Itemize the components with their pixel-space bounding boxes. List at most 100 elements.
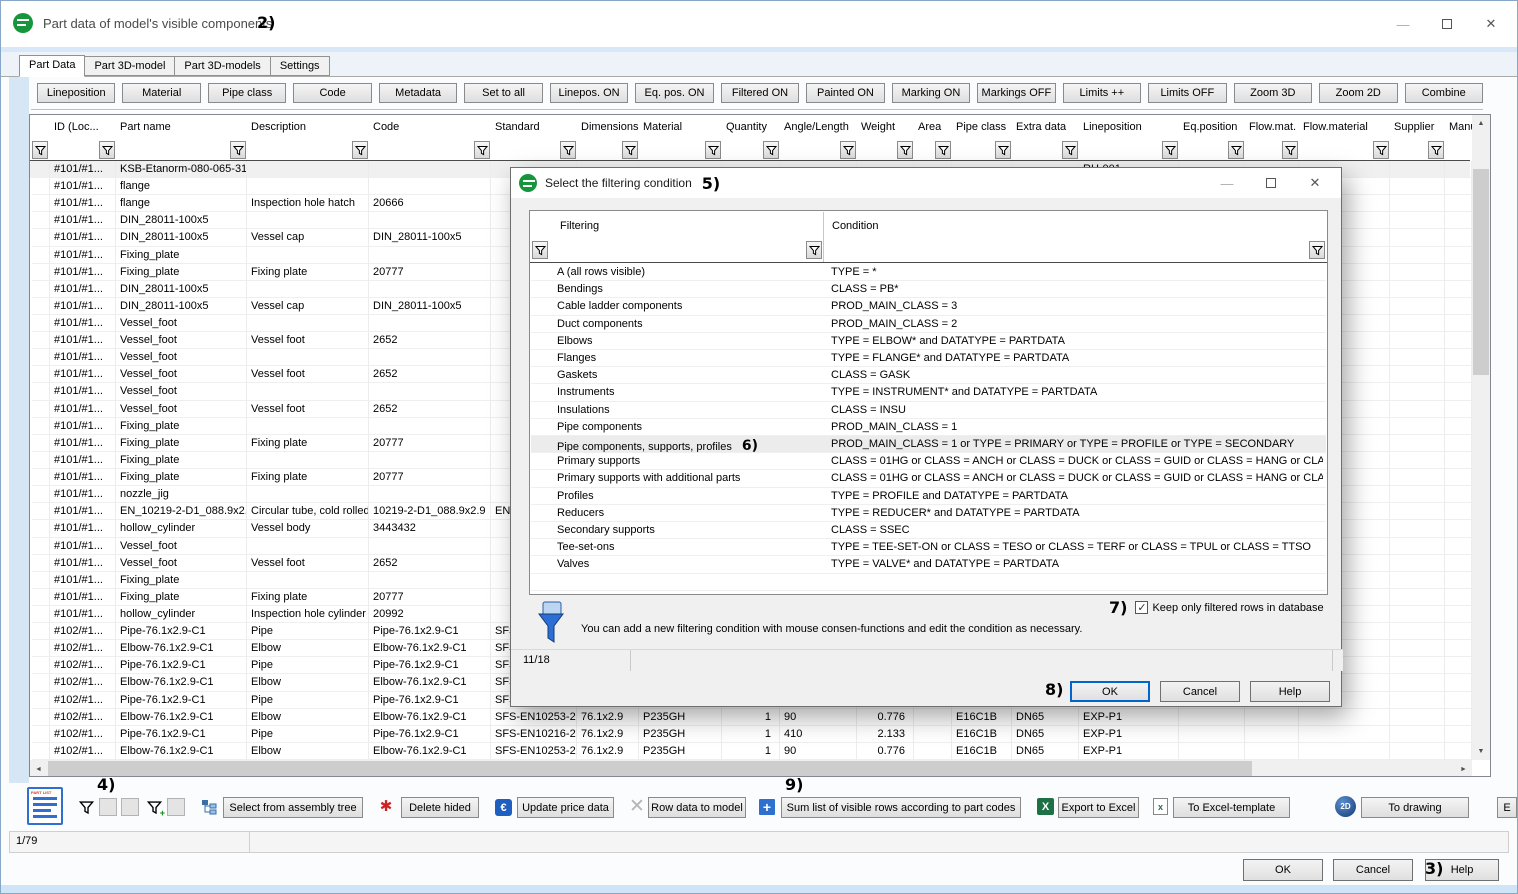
minimize-icon[interactable]: — (1381, 9, 1425, 39)
code-button[interactable]: Code (293, 83, 371, 103)
filter-condition-row[interactable]: Cable ladder componentsPROD_MAIN_CLASS =… (531, 298, 1326, 315)
dialog-maximize-icon[interactable] (1249, 168, 1293, 198)
column-header-sel[interactable] (32, 118, 50, 138)
column-filter-icon-fmat[interactable] (1282, 141, 1298, 159)
column-header-part[interactable]: Part name (116, 118, 247, 138)
column-header-eqpos[interactable]: Eq.position (1179, 118, 1245, 138)
to-excel-template-button[interactable]: To Excel-template (1173, 797, 1290, 818)
pipe-class-button[interactable]: Pipe class (208, 83, 286, 103)
painted-on-button[interactable]: Painted ON (806, 83, 884, 103)
column-header-wgt[interactable]: Weight (857, 118, 914, 138)
marking-on-button[interactable]: Marking ON (892, 83, 970, 103)
ok-button[interactable]: OK (1243, 859, 1323, 881)
filter-condition-row[interactable]: ReducersTYPE = REDUCER* and DATATYPE = P… (531, 505, 1326, 522)
vertical-scrollbar[interactable]: ▲ ▼ (1472, 115, 1490, 760)
column-header-fmaterial[interactable]: Flow.material (1299, 118, 1390, 138)
scroll-down-icon[interactable]: ▼ (1472, 743, 1490, 760)
column-filter-icon-supp[interactable] (1428, 141, 1444, 159)
metadata-button[interactable]: Metadata (379, 83, 457, 103)
filter-condition-row[interactable]: GasketsCLASS = GASK (531, 367, 1326, 384)
dialog-minimize-icon[interactable]: — (1205, 168, 1249, 198)
dialog-close-icon[interactable]: ✕ (1293, 168, 1337, 198)
column-header-dim[interactable]: Dimensions (577, 118, 639, 138)
scroll-up-icon[interactable]: ▲ (1472, 115, 1490, 132)
add-filter-icon[interactable]: + (145, 798, 163, 816)
filter-icon[interactable] (77, 798, 95, 816)
scroll-right-icon[interactable]: ► (1455, 760, 1472, 777)
column-header-desc[interactable]: Description (247, 118, 369, 138)
column-filter-icon-pcls[interactable] (995, 141, 1011, 159)
tab-part-data[interactable]: Part Data (19, 55, 85, 77)
column-header-manu[interactable]: Manufac (1445, 118, 1472, 138)
filter-slot-1[interactable] (99, 798, 117, 816)
column-header-mat[interactable]: Material (639, 118, 722, 138)
table-row[interactable]: #102/#1...Elbow-76.1x2.9-C1ElbowElbow-76… (30, 709, 1470, 726)
column-header-ang[interactable]: Angle/Length (780, 118, 857, 138)
column-filter-icon-linep[interactable] (1162, 141, 1178, 159)
filter-condition-row[interactable]: ElbowsTYPE = ELBOW* and DATATYPE = PARTD… (531, 333, 1326, 350)
select-from-assembly-tree-button[interactable]: Select from assembly tree (223, 797, 363, 818)
keep-filtered-checkbox[interactable]: ✓ (1135, 601, 1148, 614)
filter-condition-row[interactable]: InstrumentsTYPE = INSTRUMENT* and DATATY… (531, 384, 1326, 401)
zoom-3d-button[interactable]: Zoom 3D (1234, 83, 1312, 103)
filter-condition-row[interactable]: ProfilesTYPE = PROFILE and DATATYPE = PA… (531, 488, 1326, 505)
linepos-on-button[interactable]: Linepos. ON (550, 83, 628, 103)
filter-condition-row[interactable]: BendingsCLASS = PB* (531, 281, 1326, 298)
column-filter-icon-fmaterial[interactable] (1373, 141, 1389, 159)
column-filter-icon-mat[interactable] (705, 141, 721, 159)
set-to-all-button[interactable]: Set to all (464, 83, 542, 103)
filter-condition-row[interactable]: Duct componentsPROD_MAIN_CLASS = 2 (531, 316, 1326, 333)
tab-part-3d-models[interactable]: Part 3D-models (175, 56, 270, 76)
filter-condition-row[interactable]: ValvesTYPE = VALVE* and DATATYPE = PARTD… (531, 556, 1326, 573)
part-list-icon[interactable]: PART LIST (27, 787, 63, 825)
column-header-linep[interactable]: Lineposition (1079, 118, 1179, 138)
eq-pos-on-button[interactable]: Eq. pos. ON (635, 83, 713, 103)
table-row[interactable]: #102/#1...Pipe-76.1x2.9-C1PipePipe-76.1x… (30, 726, 1470, 743)
tab-part-3d-model[interactable]: Part 3D-model (85, 56, 175, 76)
column-filter-icon-extra[interactable] (1062, 141, 1078, 159)
limits-++-button[interactable]: Limits ++ (1063, 83, 1141, 103)
column-header-id[interactable]: ID (Loc... (50, 118, 116, 138)
markings-off-button[interactable]: Markings OFF (977, 83, 1055, 103)
edge-clipped-button[interactable]: E (1497, 797, 1517, 818)
to-drawing-button[interactable]: To drawing (1361, 797, 1469, 818)
column-header-std[interactable]: Standard (491, 118, 577, 138)
column-header-fmat[interactable]: Flow.mat. (1245, 118, 1299, 138)
sum-list-button[interactable]: Sum list of visible rows according to pa… (781, 797, 1021, 818)
filter-funnel-icon[interactable] (532, 241, 548, 259)
column-filter-icon-wgt[interactable] (897, 141, 913, 159)
filter-slot-2[interactable] (121, 798, 139, 816)
column-filter-icon-id[interactable] (99, 141, 115, 159)
filtering-column-header[interactable]: Filtering (560, 220, 599, 232)
column-filter-icon-area[interactable] (935, 141, 951, 159)
horizontal-scroll-thumb[interactable] (48, 761, 1252, 777)
maximize-icon[interactable] (1425, 9, 1469, 39)
row-data-to-model-button[interactable]: Row data to model (648, 797, 746, 818)
combine-button[interactable]: Combine (1405, 83, 1483, 103)
filter-slot-3[interactable] (167, 798, 185, 816)
dialog-help-button[interactable]: Help (1250, 681, 1330, 702)
material-button[interactable]: Material (122, 83, 200, 103)
column-header-extra[interactable]: Extra data (1012, 118, 1079, 138)
column-filter-icon-desc[interactable] (352, 141, 368, 159)
filter-funnel-icon[interactable] (1309, 241, 1325, 259)
limits-off-button[interactable]: Limits OFF (1148, 83, 1226, 103)
column-filter-icon-part[interactable] (230, 141, 246, 159)
column-filter-icon-eqpos[interactable] (1228, 141, 1244, 159)
lineposition-button[interactable]: Lineposition (37, 83, 115, 103)
filter-funnel-icon[interactable] (806, 241, 822, 259)
column-header-qty[interactable]: Quantity (722, 118, 780, 138)
cancel-button[interactable]: Cancel (1333, 859, 1413, 881)
delete-hided-button[interactable]: Delete hided (401, 797, 479, 818)
filter-condition-row[interactable]: Primary supportsCLASS = 01HG or CLASS = … (531, 453, 1326, 470)
scroll-left-icon[interactable]: ◄ (30, 760, 47, 777)
column-filter-icon-ang[interactable] (840, 141, 856, 159)
tab-settings[interactable]: Settings (271, 56, 330, 76)
filter-condition-row[interactable]: Pipe componentsPROD_MAIN_CLASS = 1 (531, 419, 1326, 436)
filter-condition-row[interactable]: InsulationsCLASS = INSU (531, 402, 1326, 419)
column-header-supp[interactable]: Supplier (1390, 118, 1445, 138)
column-header-area[interactable]: Area (914, 118, 952, 138)
column-filter-icon-std[interactable] (560, 141, 576, 159)
dialog-ok-button[interactable]: OK (1070, 681, 1150, 702)
column-filter-icon-qty[interactable] (763, 141, 779, 159)
